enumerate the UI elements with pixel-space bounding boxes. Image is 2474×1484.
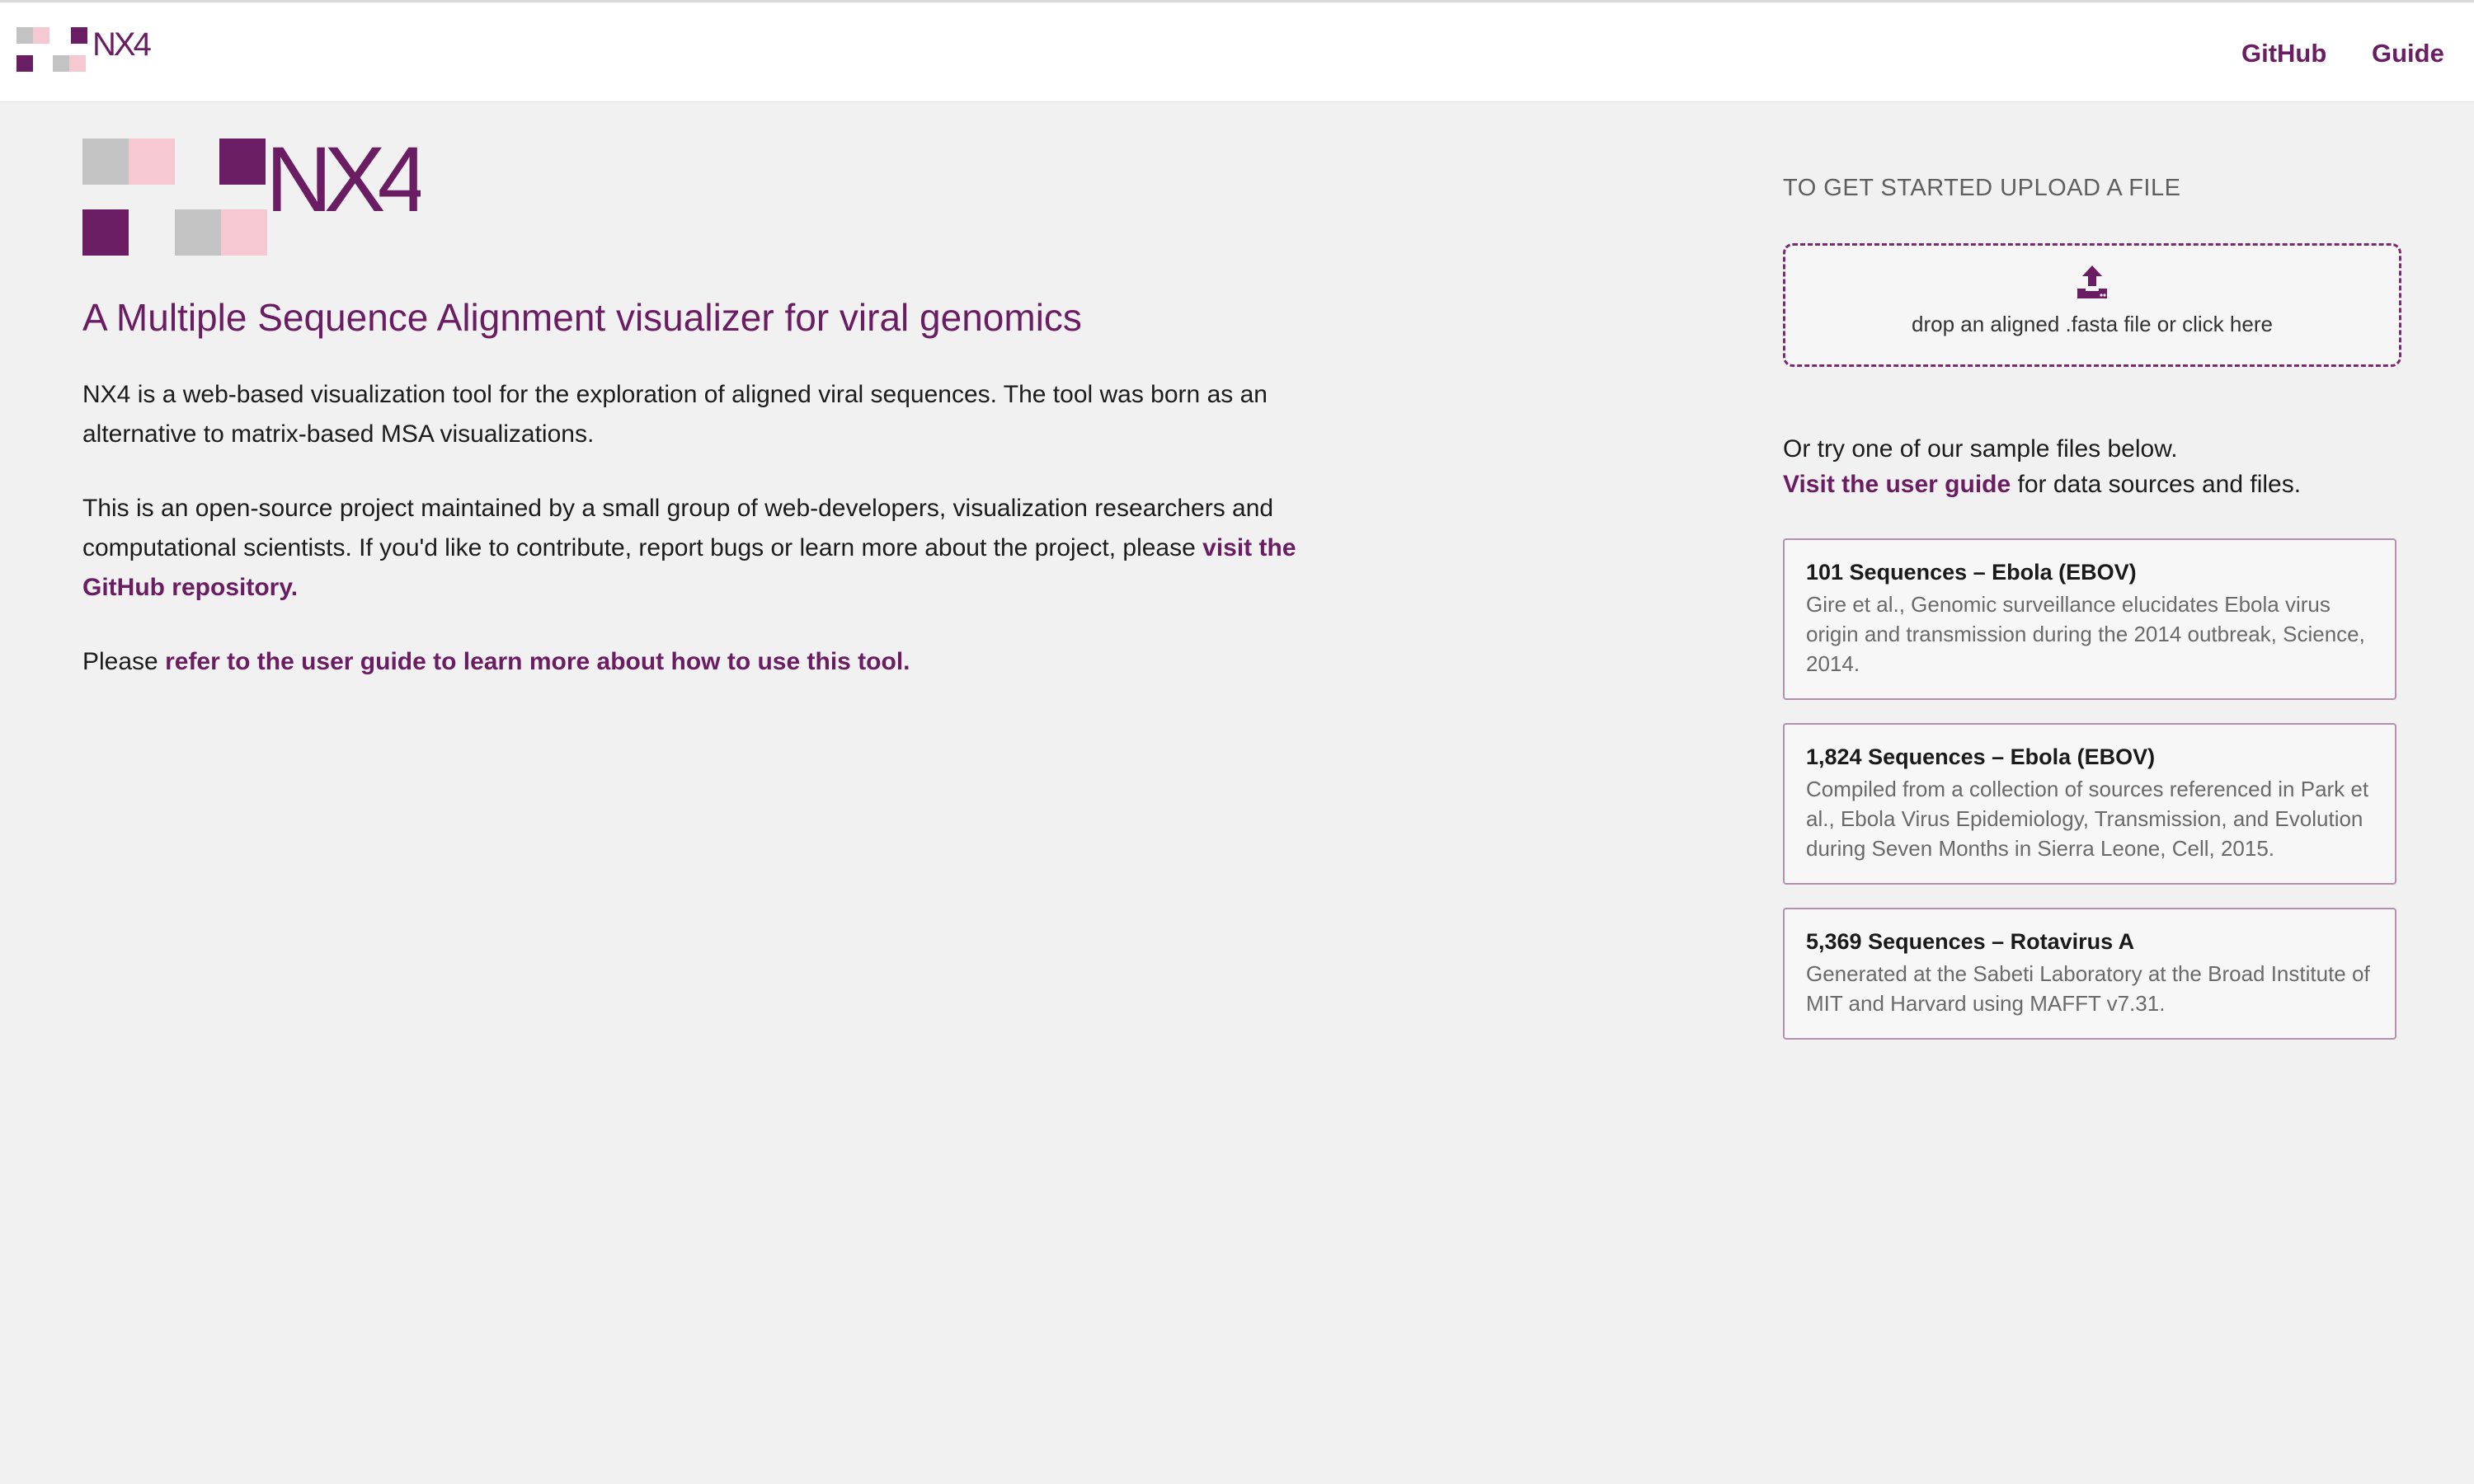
nx4-logo[interactable]: NX4	[16, 22, 157, 80]
sample-intro: Or try one of our sample files below. Vi…	[1783, 431, 2401, 502]
sample-guide-rest: for data sources and files.	[2011, 471, 2302, 498]
sample-card-title: 5,369 Sequences – Rotavirus A	[1806, 929, 2135, 954]
nav-link-github[interactable]: GitHub	[2241, 39, 2326, 68]
nav-link-guide[interactable]: Guide	[2372, 39, 2444, 68]
file-dropzone[interactable]: drop an aligned .fasta file or click her…	[1783, 243, 2401, 367]
navbar: NX4 GitHub Guide	[0, 0, 2474, 102]
intro-section: NX4 A Multiple Sequence Alignment visual…	[82, 132, 1336, 682]
sample-intro-line: Or try one of our sample files below.	[1783, 435, 2178, 463]
guide-text: Please	[82, 648, 166, 676]
page-tagline: A Multiple Sequence Alignment visualizer…	[82, 296, 1082, 339]
sample-card-title: 101 Sequences – Ebola (EBOV)	[1806, 560, 2137, 585]
upload-section: To get started upload a file drop an ali…	[1783, 169, 2401, 1040]
dropzone-text: drop an aligned .fasta file or click her…	[1912, 312, 2273, 336]
guide-paragraph: Please refer to the user guide to learn …	[82, 642, 1319, 682]
sample-file-card[interactable]: 1,824 Sequences – Ebola (EBOV) Compiled …	[1783, 723, 2396, 885]
nav-logo-text: NX4	[92, 26, 152, 63]
opensource-paragraph: This is an open-source project maintaine…	[82, 489, 1319, 608]
sample-card-description: Gire et al., Genomic surveillance elucid…	[1806, 592, 2365, 676]
sample-file-card[interactable]: 5,369 Sequences – Rotavirus A Generated …	[1783, 908, 2396, 1040]
hero-logo: NX4	[82, 132, 421, 256]
hero-logo-text: NX4	[266, 132, 421, 231]
intro-paragraph: NX4 is a web-based visualization tool fo…	[82, 381, 1268, 448]
sample-file-card[interactable]: 101 Sequences – Ebola (EBOV) Gire et al.…	[1783, 538, 2396, 700]
sample-card-title: 1,824 Sequences – Ebola (EBOV)	[1806, 744, 2156, 769]
visit-user-guide-link[interactable]: Visit the user guide	[1783, 471, 2011, 498]
sample-guide-line: Visit the user guide for data sources an…	[1783, 467, 2401, 502]
sample-card-description: Compiled from a collection of sources re…	[1806, 777, 2369, 861]
sample-card-description: Generated at the Sabeti Laboratory at th…	[1806, 961, 2370, 1016]
opensource-text: This is an open-source project maintaine…	[82, 495, 1274, 562]
user-guide-link[interactable]: refer to the user guide to learn more ab…	[165, 648, 910, 675]
upload-heading: To get started upload a file	[1783, 175, 2181, 201]
upload-icon	[2077, 265, 2107, 298]
